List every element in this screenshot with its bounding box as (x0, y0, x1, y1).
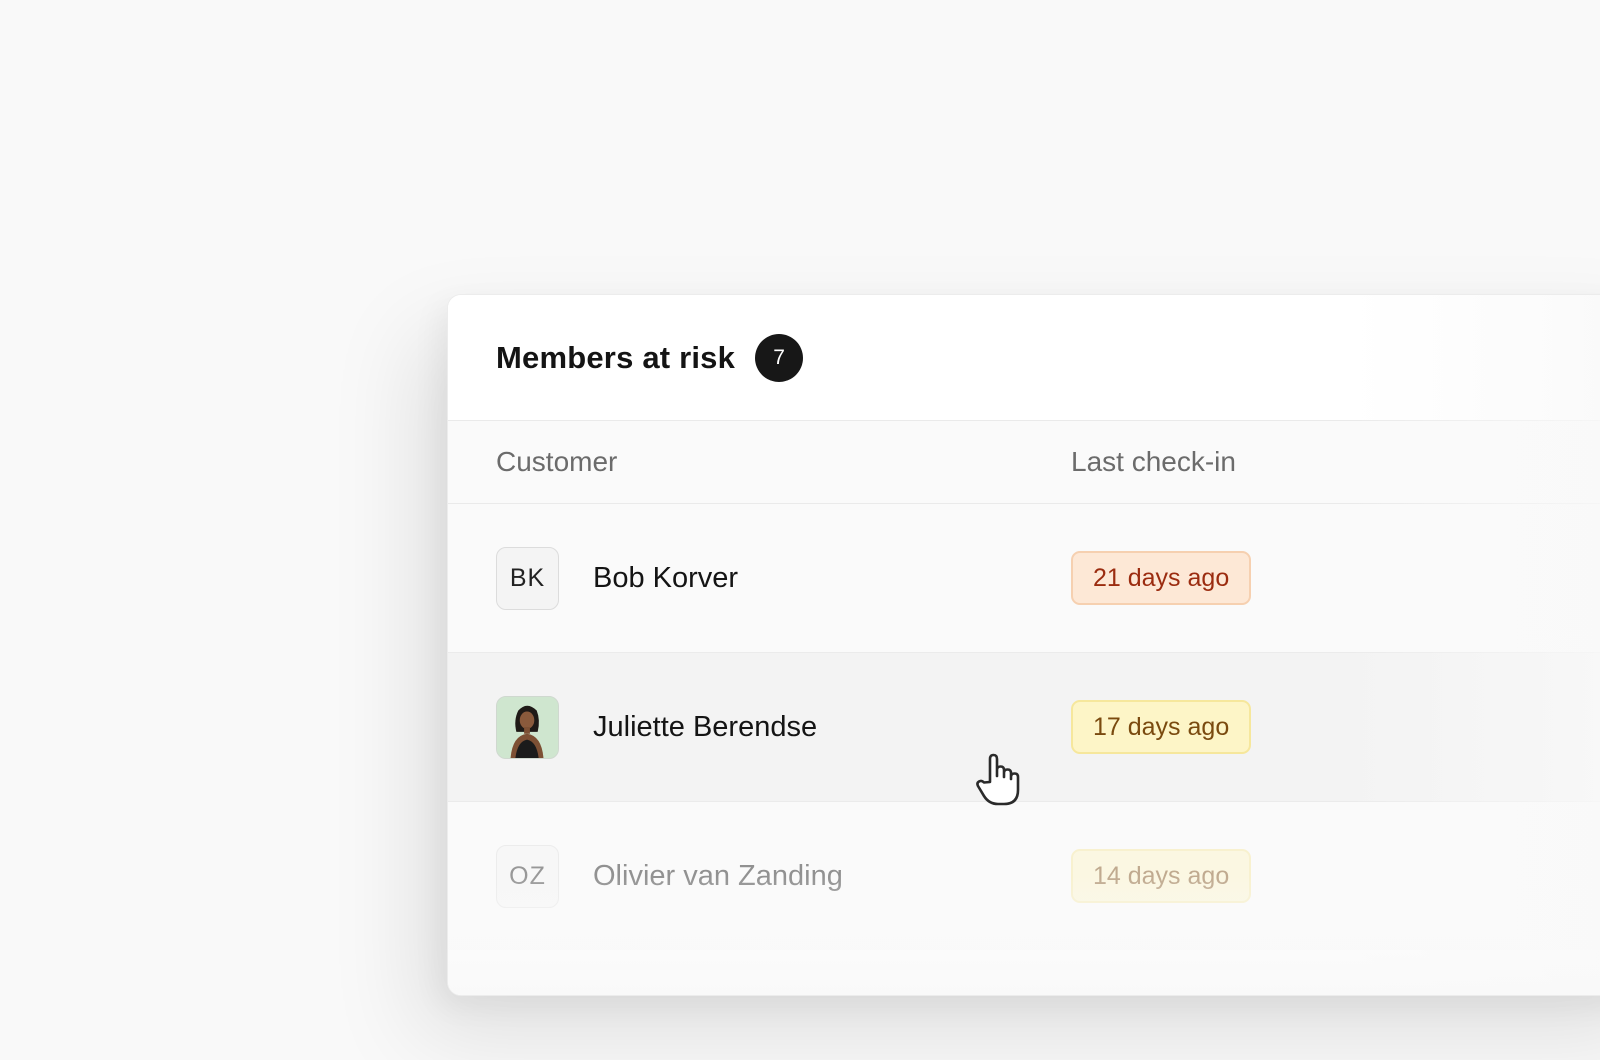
members-at-risk-panel: Members at risk 7 Customer Last check-in… (447, 294, 1600, 996)
member-count-badge: 7 (755, 333, 804, 382)
column-header-last-checkin[interactable]: Last check-in (1071, 446, 1236, 478)
panel-header: Members at risk 7 (448, 295, 1600, 421)
table-header: Customer Last check-in (448, 421, 1600, 504)
members-table: Customer Last check-in BK Bob Korver 21 … (448, 421, 1600, 950)
panel-title: Members at risk (496, 339, 736, 375)
column-header-customer[interactable]: Customer (496, 446, 617, 478)
last-checkin-badge: 17 days ago (1071, 700, 1252, 754)
member-name[interactable]: Bob Korver (593, 562, 738, 595)
member-name[interactable]: Olivier van Zanding (593, 860, 843, 893)
table-row[interactable]: Juliette Berendse 17 days ago (448, 653, 1600, 802)
hand-pointer-icon (974, 752, 1024, 808)
avatar: OZ (496, 844, 559, 908)
avatar (496, 695, 559, 759)
last-checkin-badge: 14 days ago (1071, 849, 1252, 903)
table-row[interactable]: BK Bob Korver 21 days ago (448, 504, 1600, 653)
member-name[interactable]: Juliette Berendse (593, 711, 817, 744)
avatar: BK (496, 546, 559, 610)
member-photo (497, 696, 558, 758)
last-checkin-badge: 21 days ago (1071, 551, 1252, 605)
table-row[interactable]: OZ Olivier van Zanding 14 days ago (448, 802, 1600, 950)
